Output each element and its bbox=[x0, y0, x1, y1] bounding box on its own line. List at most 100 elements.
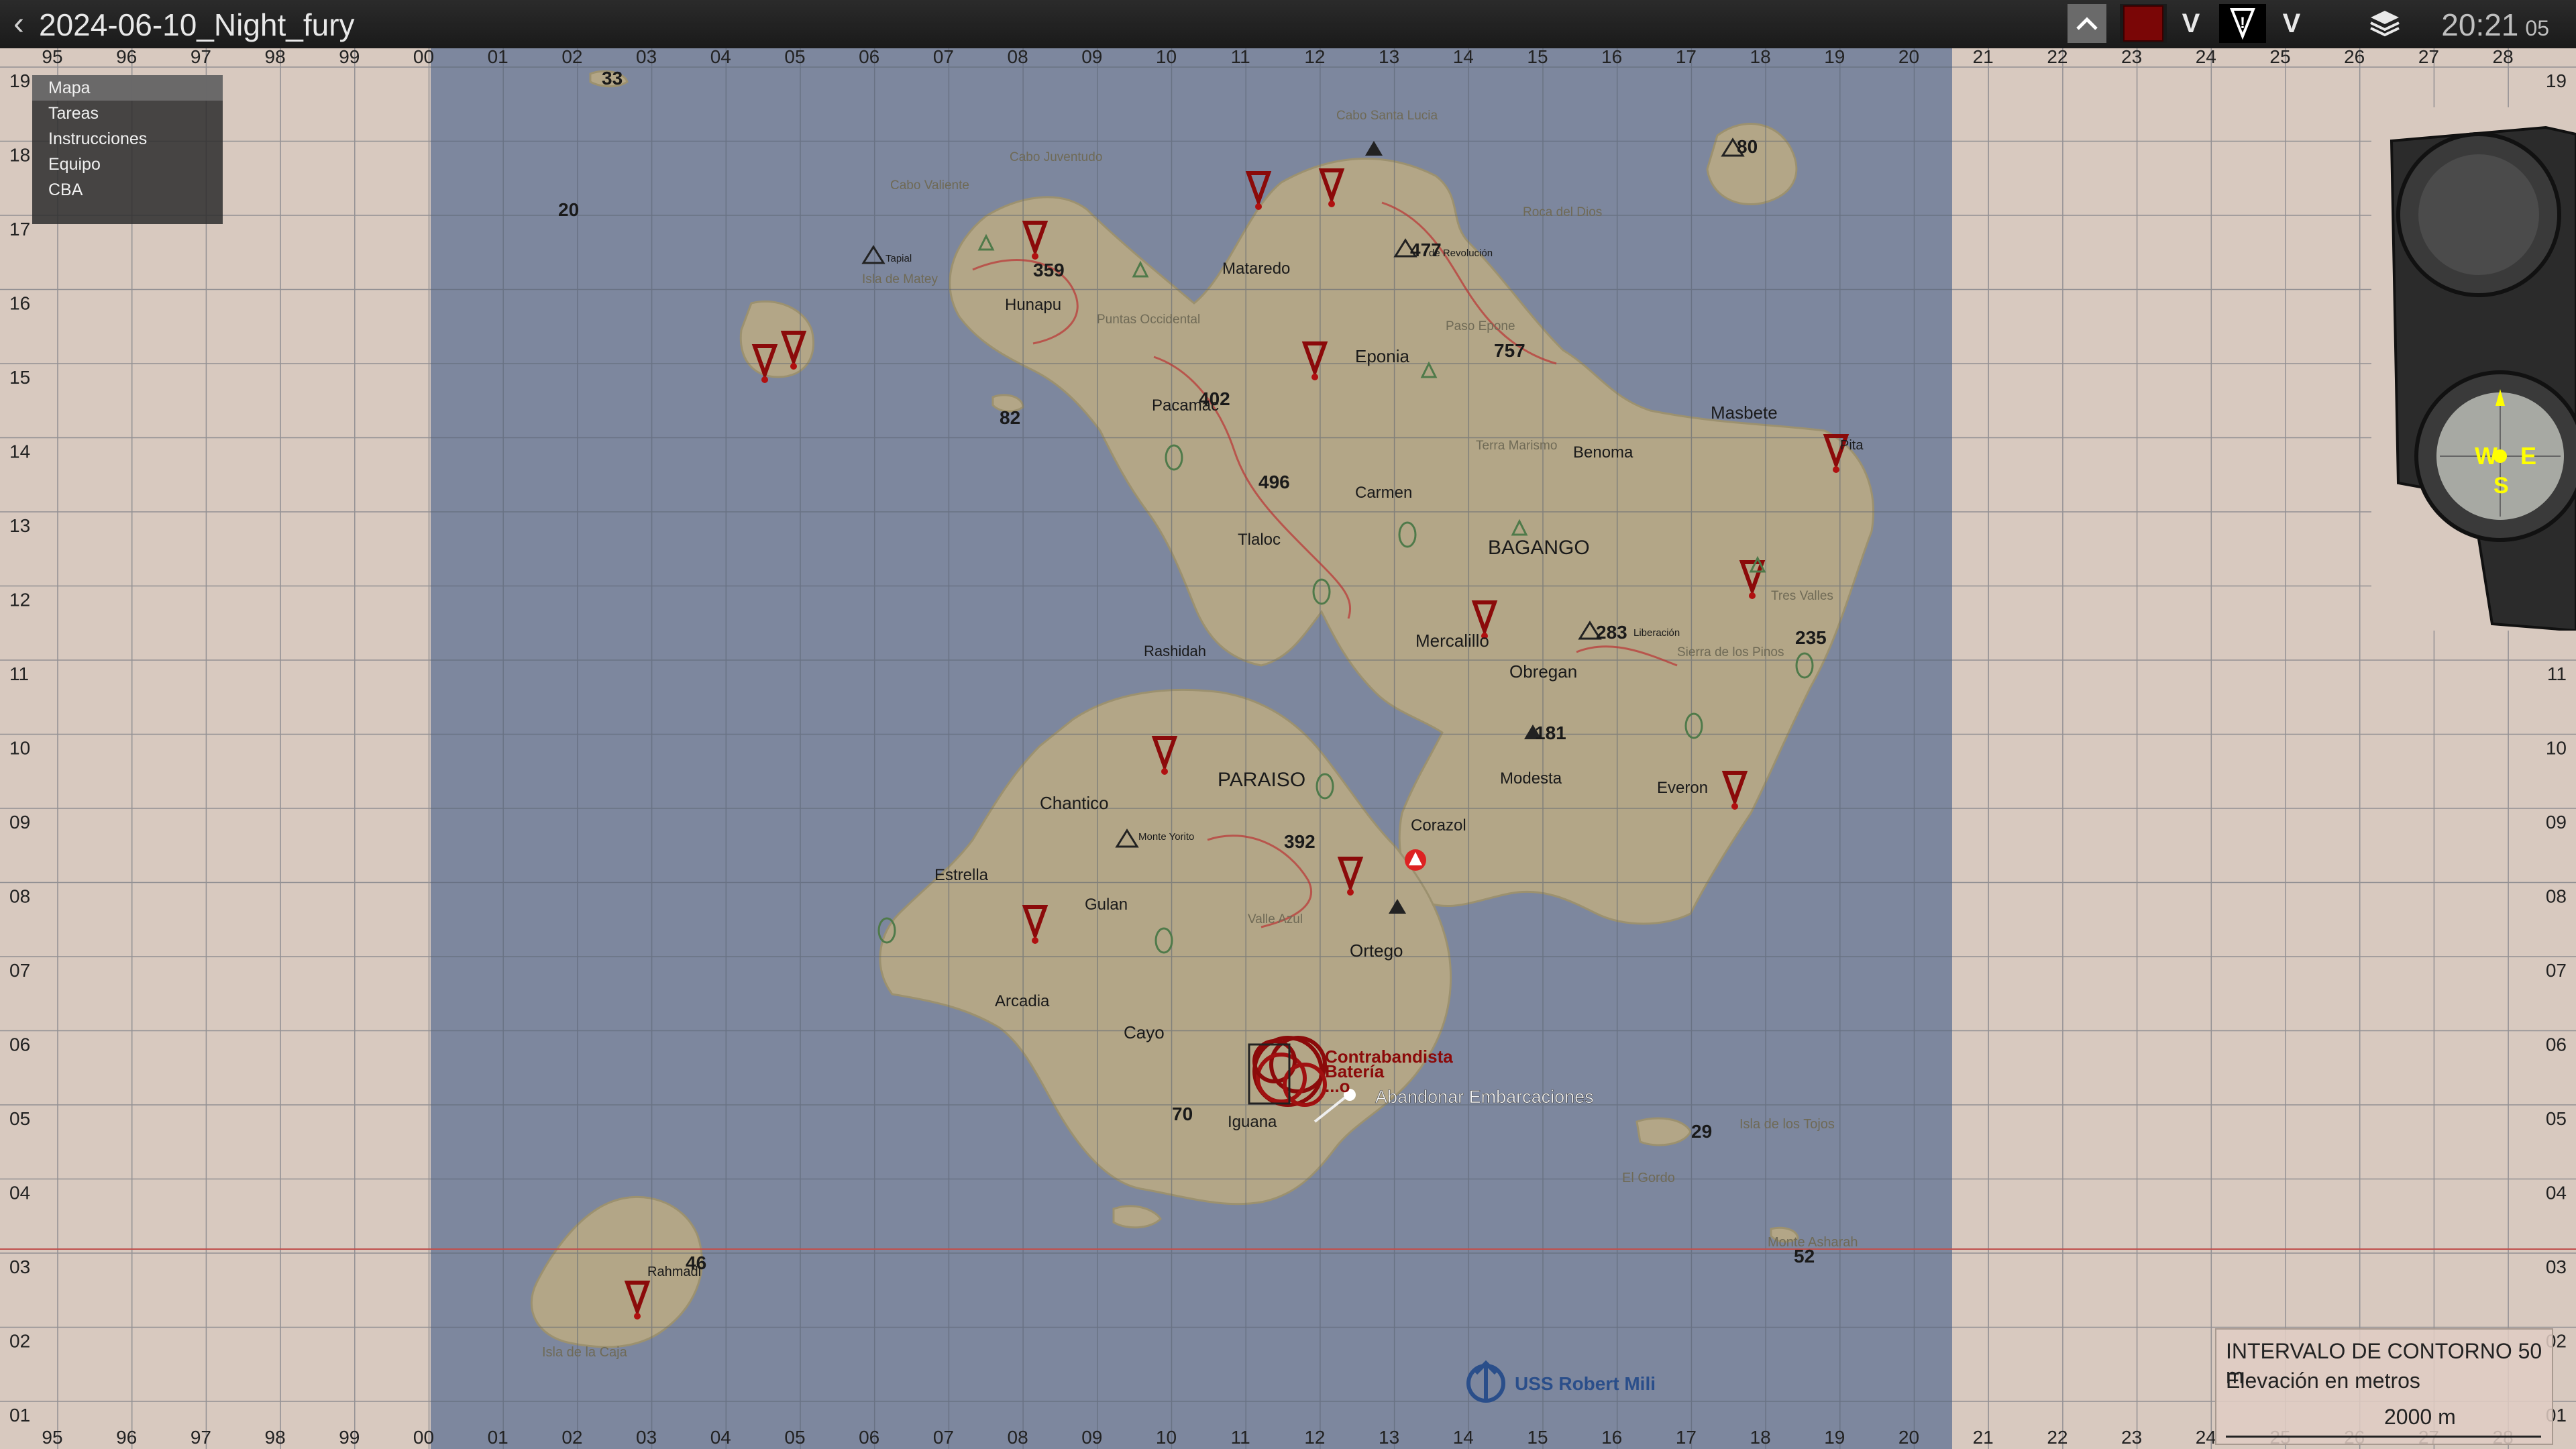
svg-text:Gulan: Gulan bbox=[1085, 896, 1128, 914]
grid-label-x: 03 bbox=[636, 48, 657, 67]
grid-label-x: 16 bbox=[1601, 48, 1622, 67]
compass-icon: W E S bbox=[2371, 107, 2576, 633]
grid-label-x: 02 bbox=[561, 1427, 582, 1448]
grid-label-x: 96 bbox=[116, 48, 137, 67]
chevron-down-icon: V bbox=[2282, 8, 2301, 38]
grid-label-x: 03 bbox=[636, 1427, 657, 1448]
menu-item-tareas[interactable]: Tareas bbox=[32, 101, 223, 126]
grid-label-x: 13 bbox=[1379, 1427, 1399, 1448]
svg-text:82: 82 bbox=[1000, 407, 1020, 428]
grid-label-x: 97 bbox=[191, 1427, 211, 1448]
grid-label-x: 20 bbox=[1898, 48, 1919, 67]
scale-label: 2000 m bbox=[2384, 1405, 2456, 1429]
grid-label-x: 12 bbox=[1304, 48, 1325, 67]
type-dropdown[interactable]: V bbox=[2273, 4, 2310, 43]
map-view[interactable]: 95 95 96 96 97 97 98 98 99 99 00 00 01 01 02 02 03 03 04 04… bbox=[0, 48, 2576, 1449]
grid-label-x: 01 bbox=[488, 48, 508, 67]
grid-label-y: 05 bbox=[2546, 1108, 2567, 1129]
grid-label-x: 10 bbox=[1156, 1427, 1177, 1448]
svg-text:Chantico: Chantico bbox=[1040, 793, 1109, 813]
collapse-button[interactable] bbox=[2068, 4, 2106, 43]
svg-text:52: 52 bbox=[1794, 1246, 1815, 1267]
grid-label-x: 95 bbox=[42, 1427, 62, 1448]
grid-label-y: 02 bbox=[9, 1331, 30, 1352]
map-legend: INTERVALO DE CONTORNO 50 m Elevación en … bbox=[2215, 1328, 2553, 1445]
incident-marker[interactable] bbox=[1405, 849, 1426, 871]
svg-text:Cabo Juventudo: Cabo Juventudo bbox=[1010, 150, 1102, 164]
svg-text:235: 235 bbox=[1795, 627, 1827, 648]
grid-label-y: 11 bbox=[2547, 663, 2567, 684]
grid-label-y: 04 bbox=[2546, 1183, 2567, 1203]
svg-text:Terra Marismo: Terra Marismo bbox=[1476, 439, 1557, 453]
grid-label-x: 98 bbox=[265, 48, 286, 67]
grid-label-x: 14 bbox=[1453, 48, 1474, 67]
grid-label-x: 09 bbox=[1081, 48, 1102, 67]
grid-label-x: 04 bbox=[710, 48, 731, 67]
svg-text:Paso Epone: Paso Epone bbox=[1446, 319, 1515, 333]
grid-label-y: 17 bbox=[9, 219, 30, 239]
grid-label-y: 11 bbox=[9, 663, 29, 684]
svg-text:Obregan: Obregan bbox=[1509, 661, 1577, 682]
grid-label-x: 23 bbox=[2121, 48, 2142, 67]
back-button[interactable]: ‹ bbox=[5, 5, 32, 43]
grid-label-y: 05 bbox=[9, 1108, 30, 1129]
grid-label-x: 05 bbox=[784, 48, 805, 67]
clock-seconds: 05 bbox=[2525, 16, 2549, 40]
svg-text:!: ! bbox=[2240, 14, 2245, 32]
grid-label-x: 26 bbox=[2344, 48, 2365, 67]
grid-label-y: 01 bbox=[9, 1405, 30, 1426]
menu-item-equipo[interactable]: Equipo bbox=[32, 152, 223, 177]
grid-label-x: 11 bbox=[1231, 1427, 1250, 1448]
svg-text:80: 80 bbox=[1737, 136, 1758, 157]
marker-color-button[interactable] bbox=[2120, 4, 2167, 43]
grid-label-x: 12 bbox=[1304, 1427, 1325, 1448]
grid-label-y: 12 bbox=[9, 590, 30, 610]
warning-marker-icon: ! bbox=[2230, 8, 2255, 40]
mission-title: 2024-06-10_Night_fury bbox=[39, 7, 355, 42]
menu-item-instrucciones[interactable]: Instrucciones bbox=[32, 126, 223, 152]
svg-text:29: 29 bbox=[1691, 1121, 1712, 1142]
grid-label-y: 03 bbox=[9, 1256, 30, 1277]
grid-label-y: 10 bbox=[9, 738, 30, 759]
svg-text:S: S bbox=[2493, 473, 2509, 498]
grid-label-x: 06 bbox=[859, 48, 879, 67]
svg-text:Modesta: Modesta bbox=[1500, 769, 1562, 788]
grid-label-y: 14 bbox=[9, 441, 30, 462]
layers-icon bbox=[2370, 11, 2400, 37]
grid-label-x: 99 bbox=[339, 48, 360, 67]
grid-label-y: 08 bbox=[2546, 886, 2567, 907]
grid-label-x: 15 bbox=[1527, 1427, 1548, 1448]
layers-button[interactable] bbox=[2361, 4, 2408, 43]
compass-widget[interactable]: W E S bbox=[2371, 107, 2576, 633]
clock: 20:21 05 bbox=[2441, 7, 2549, 43]
grid-label-y: 10 bbox=[2546, 738, 2567, 759]
svg-text:Masbete: Masbete bbox=[1711, 402, 1778, 423]
grid-label-x: 19 bbox=[1824, 1427, 1845, 1448]
briefing-menu: Mapa Tareas Instrucciones Equipo CBA bbox=[32, 75, 223, 224]
menu-item-cba[interactable]: CBA bbox=[32, 177, 223, 203]
svg-text:46: 46 bbox=[686, 1252, 706, 1273]
svg-text:Roca del Dios: Roca del Dios bbox=[1523, 205, 1602, 219]
svg-text:E: E bbox=[2520, 442, 2536, 470]
svg-text:757: 757 bbox=[1494, 340, 1525, 361]
grid-label-x: 98 bbox=[265, 1427, 286, 1448]
grid-label-x: 18 bbox=[1750, 48, 1771, 67]
svg-text:33: 33 bbox=[602, 68, 623, 89]
menu-item-mapa[interactable]: Mapa bbox=[32, 75, 223, 101]
grid-label-x: 10 bbox=[1156, 48, 1177, 67]
grid-label-y: 07 bbox=[9, 960, 30, 981]
grid-label-y: 06 bbox=[9, 1034, 30, 1055]
grid-label-y: 18 bbox=[9, 145, 30, 166]
svg-text:Tres Valles: Tres Valles bbox=[1771, 589, 1833, 603]
grid-label-x: 99 bbox=[339, 1427, 360, 1448]
grid-label-x: 11 bbox=[1231, 48, 1250, 67]
svg-text:Mataredo: Mataredo bbox=[1222, 260, 1290, 278]
grid-label-x: 00 bbox=[413, 1427, 434, 1448]
color-dropdown[interactable]: V bbox=[2172, 4, 2210, 43]
svg-text:496: 496 bbox=[1258, 472, 1290, 492]
svg-text:Valle Azul: Valle Azul bbox=[1248, 912, 1303, 926]
marker-type-button[interactable]: ! bbox=[2219, 4, 2266, 43]
chevron-down-icon: V bbox=[2182, 8, 2200, 38]
grid-label-x: 13 bbox=[1379, 48, 1399, 67]
svg-text:70: 70 bbox=[1172, 1104, 1193, 1124]
